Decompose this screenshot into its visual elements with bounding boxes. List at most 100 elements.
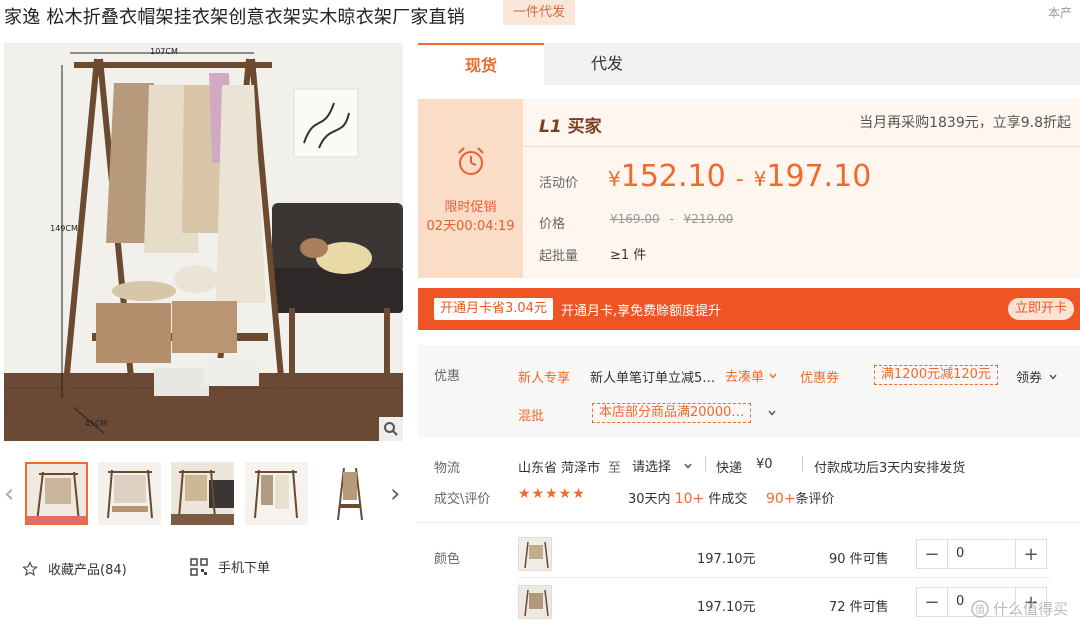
membership-text: 开通月卡,享免费赊额度提升 bbox=[561, 304, 722, 319]
activity-price-label: 活动价 bbox=[539, 176, 579, 191]
destination-select-label: 请选择 bbox=[632, 460, 672, 475]
reviews-label: 成交\评价 bbox=[434, 492, 491, 507]
flash-sale-timer: 限时促销 02天00:04:19 bbox=[418, 99, 523, 278]
min-order-label: 起批量 bbox=[539, 249, 579, 264]
rating-stars: ★★★★★ bbox=[518, 486, 586, 502]
offers-label: 优惠 bbox=[434, 369, 461, 384]
divider bbox=[705, 456, 706, 471]
quantity-input[interactable]: 0 bbox=[947, 540, 1016, 568]
destination-select[interactable]: 请选择 bbox=[632, 456, 693, 475]
ship-to-label: 至 bbox=[608, 461, 622, 476]
buyer-level-text: 买家 bbox=[567, 117, 602, 137]
chevron-down-icon[interactable] bbox=[767, 408, 777, 418]
chevron-down-icon bbox=[684, 463, 692, 469]
zoom-icon bbox=[384, 422, 398, 436]
dim-depth-label: 45CM bbox=[85, 419, 108, 428]
color-label: 颜色 bbox=[434, 552, 461, 567]
quantity-stepper: − 0 + bbox=[916, 539, 1047, 569]
membership-savings-tag: 开通月卡省3.04元 bbox=[434, 298, 553, 320]
section-divider bbox=[418, 522, 1080, 523]
coupon-label: 优惠券 bbox=[800, 371, 840, 386]
main-product-image[interactable]: 107CM 149CM 45CM bbox=[4, 43, 403, 441]
sku-price: 197.10元 bbox=[697, 552, 756, 567]
chevron-down-icon bbox=[1049, 374, 1057, 380]
claim-coupon-label: 领券 bbox=[1016, 371, 1043, 386]
buyer-level: L1 买家 bbox=[539, 112, 602, 137]
product-photo: 107CM 149CM 45CM bbox=[4, 43, 403, 441]
original-price-label: 价格 bbox=[539, 217, 566, 232]
mixed-batch-label: 混批 bbox=[518, 409, 545, 424]
row-divider bbox=[518, 577, 1050, 578]
alarm-clock-icon bbox=[458, 147, 484, 175]
star-outline-icon bbox=[22, 560, 38, 576]
ship-origin: 山东省 菏泽市 bbox=[518, 461, 601, 476]
watermark: 值 什么值得买 bbox=[971, 598, 1068, 619]
tab-dropship[interactable]: 代发 bbox=[544, 43, 670, 85]
timer-title: 限时促销 bbox=[444, 200, 497, 215]
favorite-label: 收藏产品(84) bbox=[48, 563, 127, 578]
min-order-value: ≥1 件 bbox=[610, 248, 647, 263]
qrcode-icon bbox=[190, 557, 208, 576]
thumbnail-3[interactable] bbox=[171, 462, 234, 525]
tab-in-stock[interactable]: 现货 bbox=[418, 43, 544, 85]
thumbnail-2[interactable] bbox=[98, 462, 161, 525]
sku-stock: 90 件可售 bbox=[829, 552, 889, 567]
sku-thumbnail[interactable] bbox=[518, 585, 552, 619]
chevron-left-icon[interactable]: ‹ bbox=[4, 481, 14, 507]
currency-symbol: ¥ bbox=[608, 167, 621, 191]
price-promo-panel: 限时促销 02天00:04:19 L1 买家 当月再采购1839元，立享9.8折… bbox=[418, 99, 1080, 278]
deals-summary: 30天内 10+ 件成交 bbox=[628, 488, 747, 507]
minus-icon[interactable]: − bbox=[917, 588, 947, 616]
chevron-right-icon[interactable]: › bbox=[390, 481, 400, 507]
thumbnail-1[interactable] bbox=[25, 462, 88, 525]
divider bbox=[802, 456, 803, 471]
activity-price: ¥152.10- ¥197.10 bbox=[608, 159, 871, 194]
claim-coupon-button[interactable]: 领券 bbox=[1016, 367, 1058, 386]
original-price-low: ¥169.00 bbox=[610, 212, 660, 226]
price-separator: - bbox=[669, 212, 674, 226]
mobile-order-label: 手机下单 bbox=[218, 561, 271, 576]
price-low: 152.10 bbox=[620, 159, 726, 194]
open-membership-button[interactable]: 立即开卡 bbox=[1008, 298, 1074, 320]
express-label: 快递 bbox=[716, 461, 743, 476]
sku-row bbox=[518, 585, 552, 619]
mobile-order-button[interactable]: 手机下单 bbox=[190, 557, 270, 576]
dim-width-label: 107CM bbox=[150, 47, 178, 56]
dim-height-label: 149CM bbox=[50, 224, 78, 233]
divider bbox=[523, 146, 1080, 147]
logo-icon: 值 bbox=[971, 599, 989, 618]
sku-stock: 72 件可售 bbox=[829, 600, 889, 615]
buyer-level-badge: L1 bbox=[539, 117, 562, 137]
coupon-chip[interactable]: 满1200元减120元 bbox=[874, 365, 998, 385]
zoom-button[interactable] bbox=[379, 417, 403, 441]
currency-symbol: ¥ bbox=[753, 167, 767, 191]
dropship-tag: 一件代发 bbox=[503, 0, 575, 25]
timer-value: 02天00:04:19 bbox=[426, 219, 515, 234]
collect-order-label: 去凑单 bbox=[725, 370, 765, 385]
svg-text:值: 值 bbox=[975, 603, 985, 616]
favorite-button[interactable]: 收藏产品(84) bbox=[22, 559, 127, 578]
thumbnail-4[interactable] bbox=[245, 462, 308, 525]
original-price: ¥169.00 - ¥219.00 bbox=[610, 212, 733, 226]
minus-icon[interactable]: − bbox=[917, 540, 947, 568]
watermark-text: 什么值得买 bbox=[992, 600, 1068, 618]
deals-count: 10+ bbox=[674, 491, 705, 507]
plus-icon[interactable]: + bbox=[1016, 540, 1046, 568]
membership-card-bar: 开通月卡省3.04元 开通月卡,享免费赊额度提升 立即开卡 bbox=[418, 288, 1080, 330]
stock-tabs: 现货 代发 bbox=[418, 43, 1080, 85]
corner-note: 本产 bbox=[1048, 6, 1073, 20]
deals-suffix: 件成交 bbox=[708, 492, 748, 507]
offers-panel: 优惠 新人专享 新人单笔订单立减5… 去凑单 优惠券 满1200元减120元 领… bbox=[418, 345, 1080, 437]
sku-thumbnail[interactable] bbox=[518, 537, 552, 571]
collect-order-link[interactable]: 去凑单 bbox=[725, 366, 778, 385]
thumbnail-5[interactable] bbox=[318, 462, 381, 525]
review-summary[interactable]: 90+条评价 bbox=[766, 488, 835, 507]
price-high: 197.10 bbox=[766, 159, 872, 194]
review-count: 90+ bbox=[766, 491, 796, 507]
shipping-fee: ¥0 bbox=[756, 457, 773, 472]
monthly-discount-note: 当月再采购1839元，立享9.8折起 bbox=[859, 115, 1071, 131]
sku-price: 197.10元 bbox=[697, 600, 756, 615]
mixed-batch-chip[interactable]: 本店部分商品满20000… bbox=[592, 403, 752, 423]
newcomer-label: 新人专享 bbox=[518, 371, 571, 386]
shipping-note: 付款成功后3天内安排发货 bbox=[814, 461, 966, 476]
